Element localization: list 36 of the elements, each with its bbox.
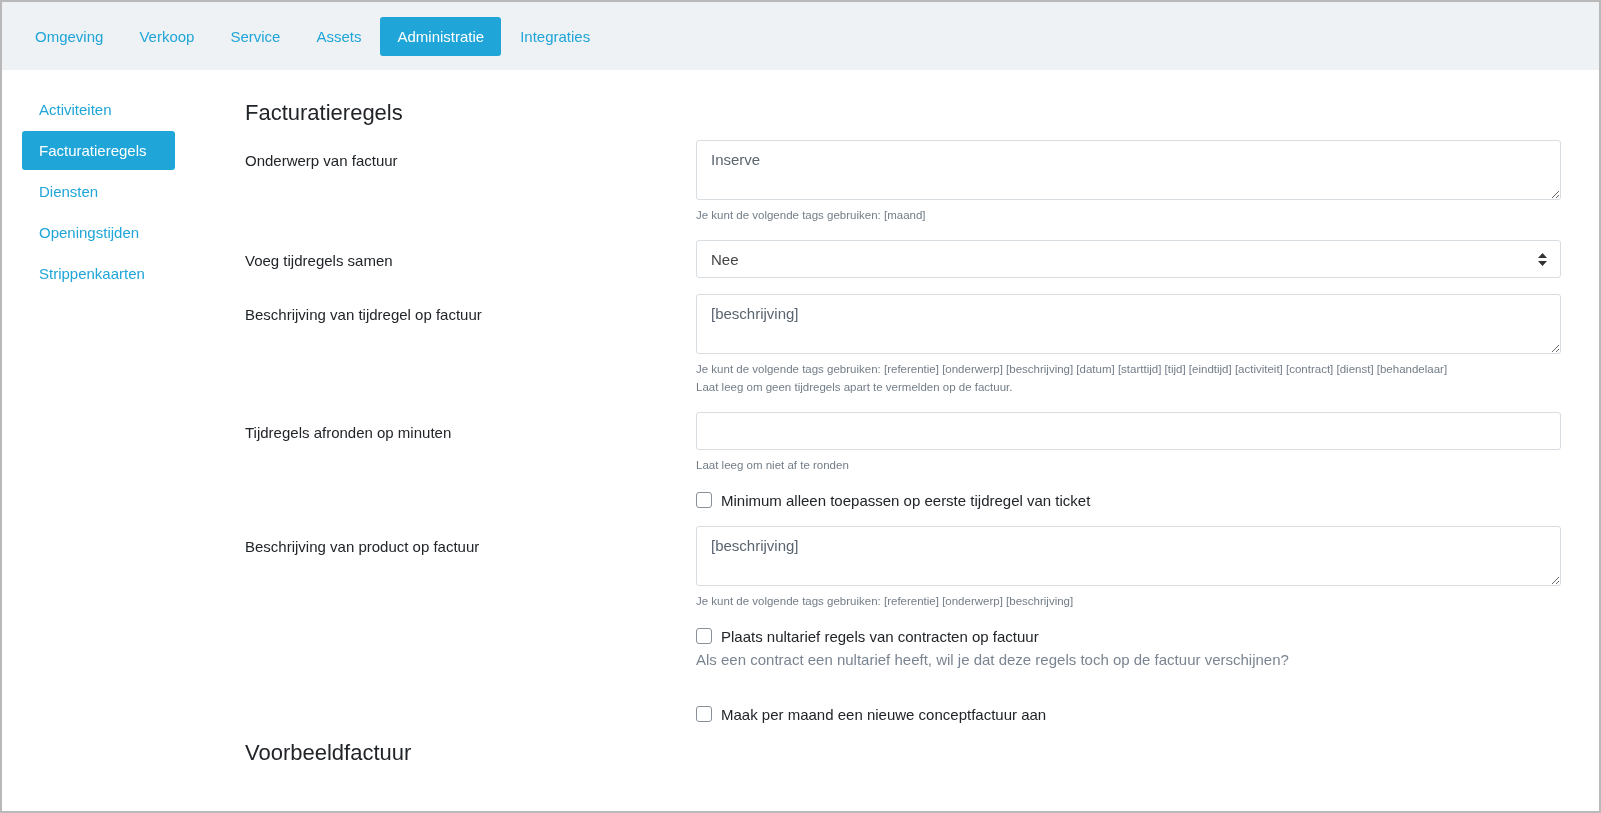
field-label: Beschrijving van product op factuur [245, 538, 480, 555]
sidebar-item[interactable]: Diensten [22, 172, 175, 211]
nav-tab[interactable]: Assets [299, 16, 379, 56]
field-label: Beschrijving van tijdregel op factuur [245, 306, 482, 323]
sidebar-item[interactable]: Strippenkaarten [22, 254, 175, 293]
help-text: Je kunt de volgende tags gebruiken: [referentie] [onderwerp] [beschrijving] [datum] [starttijd] [tijd] [eindtijd] [activiteit] [contract] [dienst] [behandelaar] [696, 362, 1449, 377]
section-heading: Facturatieregels [245, 100, 404, 126]
checkbox[interactable] [696, 492, 712, 508]
input-field[interactable] [696, 412, 1561, 450]
nav-tab[interactable]: Administratie [380, 16, 502, 56]
checkbox-label: Minimum alleen toepassen op eerste tijdregel van ticket [721, 491, 1091, 509]
nav-tab[interactable]: Verkoop [122, 16, 212, 56]
field-label: Tijdregels afronden op minuten [245, 424, 452, 441]
field-label: Voeg tijdregels samen [245, 252, 393, 269]
checkbox-label: Maak per maand een nieuwe conceptfactuur aan [721, 705, 1047, 723]
sort-arrows-icon [1538, 252, 1547, 266]
select-field[interactable]: Nee [696, 240, 1561, 278]
help-text: Laat leeg om niet af te ronden [696, 458, 850, 473]
help-text: Laat leeg om geen tijdregels apart te vermelden op de factuur. [696, 380, 1014, 395]
checkbox[interactable] [696, 706, 712, 722]
checkbox-label: Plaats nultarief regels van contracten op factuur [721, 627, 1039, 645]
help-text: Als een contract een nultarief heeft, wil je dat deze regels toch op de factuur verschijnen? [696, 650, 1290, 670]
field-label: Onderwerp van factuur [245, 152, 398, 169]
sidebar-item[interactable]: Facturatieregels [22, 131, 175, 170]
checkbox[interactable] [696, 628, 712, 644]
text-area[interactable]: Inserve [696, 140, 1561, 200]
nav-tab[interactable]: Integraties [503, 16, 608, 56]
section-heading: Voorbeeldfactuur [245, 740, 413, 766]
help-text: Je kunt de volgende tags gebruiken: [referentie] [onderwerp] [beschrijving] [696, 594, 1075, 609]
nav-tab[interactable]: Service [213, 16, 298, 56]
sidebar-item[interactable]: Activiteiten [22, 90, 175, 129]
help-text: Je kunt de volgende tags gebruiken: [maand] [696, 208, 927, 223]
text-area[interactable]: [beschrijving] [696, 526, 1561, 586]
text-area[interactable]: [beschrijving] [696, 294, 1561, 354]
sidebar-item[interactable]: Openingstijden [22, 213, 175, 252]
nav-tab[interactable]: Omgeving [18, 16, 121, 56]
